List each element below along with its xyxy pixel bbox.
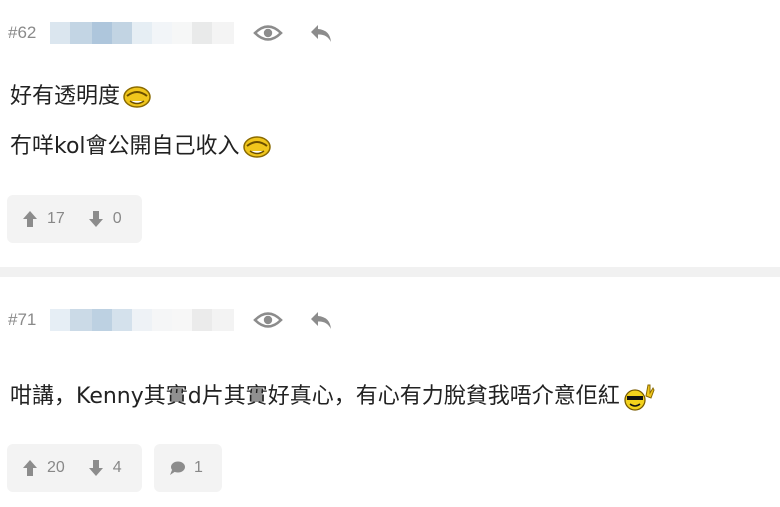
eye-icon[interactable] <box>253 307 283 333</box>
post-content: 咁講，Kenny其實d片其實好真心，有心有力脫貧我唔介意佢紅 <box>10 382 656 412</box>
vote-box: 17 0 <box>7 195 142 243</box>
username-blurred[interactable] <box>50 309 234 331</box>
thumb-up-icon[interactable] <box>21 458 39 478</box>
thumb-up-icon[interactable] <box>21 209 39 229</box>
eye-icon[interactable] <box>253 20 283 46</box>
content-line: 好有透明度 <box>10 82 272 112</box>
downvote-count: 0 <box>112 210 122 227</box>
vote-box: 20 4 <box>7 444 142 492</box>
emoji-icon <box>122 84 152 110</box>
username-blurred[interactable] <box>50 22 234 44</box>
post-separator <box>0 267 780 277</box>
post-header: #62 <box>8 18 234 48</box>
downvote-count: 4 <box>112 459 122 476</box>
reply-count-box[interactable]: 1 <box>154 444 222 492</box>
emoji-icon <box>242 134 272 160</box>
post-71: #71 咁講，Kenny其實d片其實好真心，有心有力脫貧我唔介意佢紅 20 4 … <box>0 305 780 505</box>
post-header: #71 <box>8 305 234 335</box>
reply-icon[interactable] <box>306 20 336 46</box>
reply-icon[interactable] <box>306 307 336 333</box>
post-62: #62 好有透明度 冇咩kol會公開自己收入 17 0 <box>0 18 780 248</box>
upvote-count: 17 <box>47 210 65 227</box>
upvote-count: 20 <box>47 459 65 476</box>
post-number: #71 <box>8 310 37 329</box>
thumb-down-icon[interactable] <box>87 458 105 478</box>
reply-count: 1 <box>194 459 203 476</box>
post-number: #62 <box>8 23 37 42</box>
thumb-down-icon[interactable] <box>87 209 105 229</box>
content-line: 咁講，Kenny其實d片其實好真心，有心有力脫貧我唔介意佢紅 <box>10 382 656 412</box>
post-content: 好有透明度 冇咩kol會公開自己收入 <box>10 82 272 162</box>
comment-icon[interactable] <box>168 458 186 478</box>
content-line: 冇咩kol會公開自己收入 <box>10 132 272 162</box>
emoji-icon <box>622 382 656 412</box>
